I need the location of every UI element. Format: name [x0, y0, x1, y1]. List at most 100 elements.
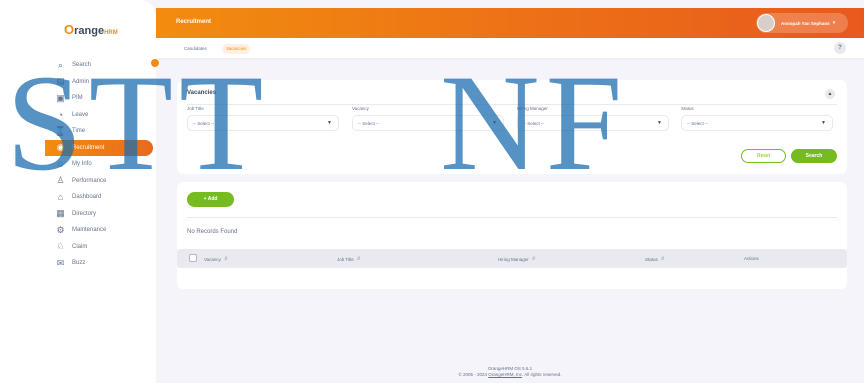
sidebar-item-label: Leave	[72, 111, 89, 118]
job-title-select[interactable]: -- Select -- ▼	[187, 115, 339, 131]
column-header-hiring-manager[interactable]: Hiring Manager ⇵	[498, 256, 536, 262]
vacancy-field: Vacancy -- Select -- ▼	[352, 106, 504, 131]
field-label: Hiring Manager	[517, 106, 548, 111]
hiring-manager-field: Hiring Manager -- Select -- ▼	[517, 106, 669, 131]
copyright-suffix: . All rights reserved.	[522, 372, 562, 377]
sidebar-item-time[interactable]: ⌛ Time	[45, 123, 153, 140]
records-count: No Records Found	[187, 229, 238, 235]
column-label: Hiring Manager	[498, 256, 529, 262]
vacancies-filter-card: Vacancies ▲ Job Title -- Select -- ▼ Vac…	[177, 80, 847, 174]
tab-candidates[interactable]: Candidates	[180, 44, 211, 54]
sidebar-item-my-info[interactable]: ☺ My Info	[45, 156, 153, 173]
filter-title: Vacancies	[187, 90, 217, 96]
sidebar-item-buzz[interactable]: ✉ Buzz	[45, 255, 153, 272]
sidebar-item-label: Recruitment	[72, 144, 105, 151]
vacancy-select[interactable]: -- Select -- ▼	[352, 115, 504, 131]
status-select[interactable]: -- Select -- ▼	[681, 115, 833, 131]
field-label: Status	[681, 106, 694, 111]
column-header-job-title[interactable]: Job Title ⇵	[337, 256, 361, 262]
dashboard-icon: ⌂	[57, 192, 64, 203]
sidebar-item-leave[interactable]: ◔ Leave	[45, 107, 153, 124]
column-label: Status	[645, 256, 658, 262]
sidebar-item-label: Search	[72, 62, 92, 69]
tab-vacancies[interactable]: Vacancies	[222, 44, 251, 54]
sidebar-item-dashboard[interactable]: ⌂ Dashboard	[45, 189, 153, 206]
sidebar-item-label: Claim	[72, 243, 88, 250]
sidebar-item-search[interactable]: ⌕ Search	[45, 57, 153, 74]
top-bar: Recruitment Anoopah Yan Sephans ▾	[156, 8, 864, 38]
sidebar-item-label: My Info	[72, 161, 92, 168]
caret-down-icon: ▼	[821, 120, 826, 126]
chevron-down-icon: ▾	[832, 20, 836, 26]
field-label: Job Title	[187, 106, 204, 111]
sidebar-item-label: PIM	[72, 95, 83, 102]
sidebar-item-label: Time	[72, 128, 86, 135]
sidebar-item-maintenance[interactable]: ⚙ Maintenance	[45, 222, 153, 239]
sort-icon[interactable]: ⇵	[357, 256, 361, 262]
column-header-vacancy[interactable]: Vacancy ⇵	[204, 256, 228, 262]
filter-actions: Reset Search	[741, 149, 837, 163]
sub-navigation: Candidates Vacancies ?	[156, 38, 864, 58]
sidebar-item-label: Dashboard	[72, 194, 102, 201]
logo-o: O	[64, 22, 75, 37]
sidebar-item-recruitment[interactable]: ◉ Recruitment	[45, 139, 153, 156]
sidebar-item-label: Admin	[72, 78, 90, 85]
vacancies-list-card: + Add No Records Found Vacancy ⇵ Job Tit…	[177, 182, 847, 289]
field-label: Vacancy	[352, 106, 369, 111]
directory-icon: ▦	[56, 208, 65, 219]
sidebar-menu: ⌕ Search ▤ Admin ▣ PIM ◔ Leave ⌛ Time ◉ …	[45, 57, 153, 272]
select-all-checkbox[interactable]	[189, 254, 197, 262]
pim-icon: ▣	[56, 92, 65, 103]
logo-hrm: HRM	[104, 30, 118, 36]
help-icon[interactable]: ?	[834, 42, 846, 54]
sidebar-collapse-button[interactable]	[150, 58, 160, 68]
column-label: Actions	[744, 256, 759, 261]
sort-icon[interactable]: ⇵	[224, 256, 228, 262]
footer: OrangeHRM OS 5.6.1 © 2005 - 2024 OrangeH…	[156, 366, 864, 378]
admin-icon: ▤	[56, 76, 65, 87]
sidebar-item-label: Performance	[72, 177, 107, 184]
copyright-prefix: © 2005 - 2024	[458, 372, 489, 377]
avatar	[757, 14, 775, 32]
sidebar-item-admin[interactable]: ▤ Admin	[45, 74, 153, 91]
collapse-toggle-icon[interactable]: ▲	[825, 89, 835, 99]
performance-icon: ♙	[56, 175, 65, 186]
select-value: -- Select --	[358, 120, 380, 126]
select-value: -- Select --	[523, 120, 545, 126]
sidebar: OrangeHRM ⌕ Search ▤ Admin ▣ PIM ◔ Leave…	[0, 0, 156, 383]
logo-text: range	[74, 25, 105, 37]
reset-button[interactable]: Reset	[741, 149, 786, 163]
sidebar-item-performance[interactable]: ♙ Performance	[45, 173, 153, 190]
search-icon: ⌕	[57, 59, 64, 70]
sort-icon[interactable]: ⇵	[661, 256, 665, 262]
sidebar-item-label: Maintenance	[72, 227, 107, 234]
select-value: -- Select --	[687, 120, 709, 126]
column-label: Vacancy	[204, 256, 221, 262]
user-name: Anoopah Yan Sephans	[781, 20, 830, 26]
company-link[interactable]: OrangeHRM, Inc	[488, 372, 522, 377]
page-title: Recruitment	[176, 19, 212, 25]
job-title-field: Job Title -- Select -- ▼	[187, 106, 339, 131]
status-field: Status -- Select -- ▼	[681, 106, 833, 131]
column-header-status[interactable]: Status ⇵	[645, 256, 665, 262]
sidebar-item-label: Directory	[72, 210, 97, 217]
user-dropdown[interactable]: Anoopah Yan Sephans ▾	[756, 13, 848, 33]
hiring-manager-select[interactable]: -- Select -- ▼	[517, 115, 669, 131]
add-button[interactable]: + Add	[187, 192, 234, 207]
orangehrm-logo[interactable]: OrangeHRM	[64, 22, 118, 37]
leave-icon: ◔	[57, 109, 64, 120]
caret-down-icon: ▼	[492, 120, 497, 126]
divider	[187, 104, 837, 105]
sort-icon[interactable]: ⇵	[532, 256, 536, 262]
caret-down-icon: ▼	[327, 120, 332, 126]
maintenance-icon: ⚙	[56, 224, 65, 235]
sidebar-item-directory[interactable]: ▦ Directory	[45, 206, 153, 223]
table-header: Vacancy ⇵ Job Title ⇵ Hiring Manager ⇵ S…	[177, 249, 847, 268]
claim-icon: ♘	[56, 241, 65, 252]
sidebar-item-claim[interactable]: ♘ Claim	[45, 239, 153, 256]
buzz-icon: ✉	[56, 257, 65, 268]
divider	[187, 217, 837, 218]
sidebar-item-label: Buzz	[72, 260, 86, 267]
sidebar-item-pim[interactable]: ▣ PIM	[45, 90, 153, 107]
search-button[interactable]: Search	[791, 149, 837, 163]
